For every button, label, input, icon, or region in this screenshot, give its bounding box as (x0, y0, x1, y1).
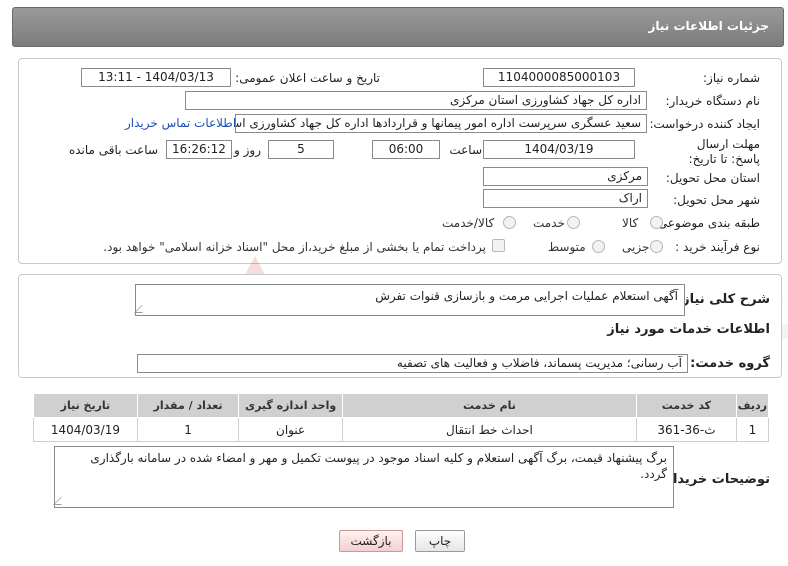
requester-label: ایجاد کننده درخواست: (649, 117, 760, 131)
buyer-notes-label: توضیحات خریدار: (660, 472, 770, 487)
services-table: ردیف کد خدمت نام خدمت واحد اندازه گیری ت… (33, 393, 770, 442)
buyer-org-field: اداره کل جهاد کشاورزی استان مرکزی (185, 91, 647, 110)
need-number-label: شماره نیاز: (703, 71, 760, 85)
page-header: جزئیات اطلاعات نیاز (12, 7, 784, 47)
category-option-goods-service: کالا/خدمت (442, 216, 495, 230)
deadline-date-field: 1404/03/19 (483, 140, 635, 159)
summary-textarea: آگهی استعلام عملیات اجرایی مرمت و بازساز… (134, 284, 685, 316)
page-title: جزئیات اطلاعات نیاز (648, 19, 769, 33)
city-field: اراک (483, 189, 648, 208)
cell-code: ث-36-361 (636, 417, 737, 442)
treasury-payment-note: پرداخت تمام یا بخشی از مبلغ خرید،از محل … (103, 240, 486, 254)
category-radio-goods-service[interactable] (503, 216, 516, 229)
services-section-title: اطلاعات خدمات مورد نیاز (607, 322, 770, 337)
summary-value: آگهی استعلام عملیات اجرایی مرمت و بازساز… (375, 289, 678, 303)
buyer-notes-value: برگ پیشنهاد قیمت، برگ آگهی استعلام و کلی… (90, 451, 667, 481)
category-radio-goods[interactable] (650, 216, 663, 229)
process-label: نوع فرآیند خرید : (675, 240, 760, 254)
category-option-goods: کالا (622, 216, 639, 230)
process-radio-medium[interactable] (592, 240, 605, 253)
city-label: شهر محل تحویل: (673, 193, 760, 207)
announce-label: تاریخ و ساعت اعلان عمومی: (235, 71, 380, 85)
remaining-label: ساعت باقی مانده (68, 143, 158, 157)
cell-unit: عنوان (238, 417, 343, 442)
buyer-contact-link[interactable]: اطلاعات تماس خریدار (125, 116, 236, 130)
need-number-field: 1104000085000103 (483, 68, 635, 87)
print-button[interactable]: چاپ (415, 530, 465, 552)
treasury-payment-checkbox[interactable] (492, 239, 505, 252)
deadline-time-label: ساعت (449, 143, 482, 157)
col-header-quantity: تعداد / مقدار (136, 393, 240, 418)
announce-field: 1404/03/13 - 13:11 (81, 68, 231, 87)
process-option-minor: جزیی (622, 240, 650, 254)
service-group-label: گروه خدمت: (690, 356, 770, 371)
buyer-notes-textarea: برگ پیشنهاد قیمت، برگ آگهی استعلام و کلی… (53, 446, 674, 508)
table-row: 1 ث-36-361 احداث خط انتقال عنوان 1 1404/… (33, 417, 770, 442)
deadline-time-field: 06:00 (372, 140, 440, 159)
services-table-header: ردیف کد خدمت نام خدمت واحد اندازه گیری ت… (33, 393, 770, 418)
cell-row: 1 (735, 417, 770, 442)
province-field: مرکزی (483, 167, 648, 186)
cell-name: احداث خط انتقال (341, 417, 638, 442)
days-label: روز و (234, 143, 261, 157)
category-radio-service[interactable] (567, 216, 580, 229)
summary-label: شرح کلی نیاز: (676, 292, 770, 307)
col-header-unit: واحد اندازه گیری (238, 393, 343, 418)
service-group-field: آب رسانی؛ مدیریت پسماند، فاضلاب و فعالیت… (137, 354, 688, 373)
category-label: طبقه بندی موضوعی: (653, 216, 760, 230)
col-header-date: تاریخ نیاز (33, 393, 138, 418)
requester-field: سعید عسگری سرپرست اداره امور پیمانها و ق… (235, 114, 647, 133)
back-button[interactable]: بازگشت (339, 530, 403, 552)
resize-grip-icon[interactable] (134, 305, 150, 313)
col-header-row: ردیف (735, 393, 770, 418)
province-label: استان محل تحویل: (665, 171, 760, 185)
process-radio-minor[interactable] (650, 240, 663, 253)
deadline-label: مهلت ارسال پاسخ: تا تاریخ: (688, 137, 760, 166)
resize-grip-icon[interactable] (53, 497, 69, 505)
cell-date: 1404/03/19 (33, 417, 138, 442)
col-header-code: کد خدمت (636, 393, 737, 418)
col-header-name: نام خدمت (341, 393, 638, 418)
category-option-service: خدمت (533, 216, 565, 230)
need-info-panel (18, 58, 782, 264)
cell-quantity: 1 (136, 417, 240, 442)
remaining-time-field: 16:26:12 (166, 140, 232, 159)
process-option-medium: متوسط (548, 240, 586, 254)
buyer-org-label: نام دستگاه خریدار: (665, 94, 761, 108)
days-field: 5 (268, 140, 334, 159)
